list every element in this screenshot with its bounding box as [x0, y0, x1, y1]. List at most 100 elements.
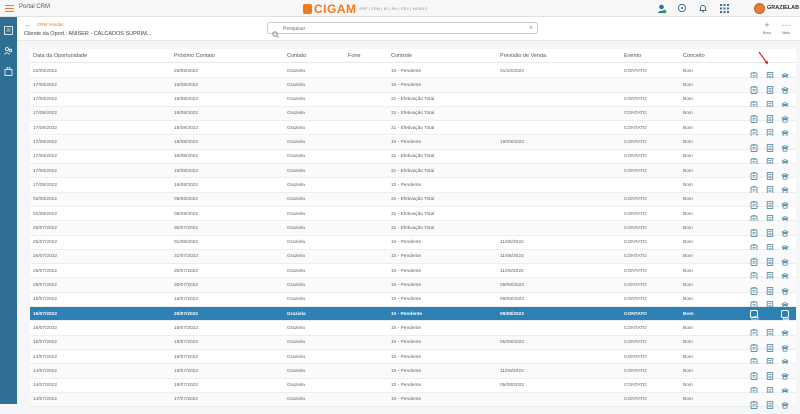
document-icon[interactable] — [766, 224, 774, 238]
clipboard-icon[interactable] — [750, 224, 758, 238]
table-row[interactable]: 25/07/2022 30/07/2022 Graziela 10 - Pendent… — [30, 278, 796, 295]
menu-icon[interactable] — [5, 5, 14, 12]
table-row[interactable]: 17/08/2022 18/08/2022 Graziela 31 - Efetiva… — [30, 150, 796, 166]
phone-icon[interactable] — [781, 224, 789, 237]
table-row[interactable]: 25/07/2022 01/08/2022 Graziela 10 - Pendent… — [30, 236, 796, 252]
phone-icon[interactable] — [781, 282, 789, 295]
clipboard-icon[interactable] — [750, 239, 758, 252]
document-icon[interactable] — [766, 296, 774, 309]
table-row[interactable]: 15/07/2022 16/07/2022 Graziela 10 - Pendent… — [30, 321, 796, 338]
bell-icon[interactable] — [697, 2, 709, 14]
clipboard-icon[interactable] — [750, 139, 758, 152]
phone-icon[interactable] — [781, 167, 789, 180]
clipboard-icon[interactable] — [750, 124, 758, 138]
table-row[interactable]: 17/08/2022 18/08/2022 Graziela 10 - Pendent… — [30, 135, 796, 152]
search-input[interactable] — [283, 24, 513, 33]
document-icon[interactable] — [766, 81, 774, 95]
apps-grid-icon[interactable] — [718, 2, 730, 14]
table-row[interactable]: 14/07/2022 16/07/2022 Graziela 10 - Pendent… — [30, 350, 796, 366]
phone-icon[interactable] — [781, 153, 789, 166]
column-header[interactable]: Controle — [391, 53, 412, 59]
clipboard-icon[interactable] — [750, 353, 758, 366]
document-icon[interactable] — [766, 110, 774, 123]
document-icon[interactable] — [766, 396, 774, 409]
table-row[interactable]: 17/08/2022 18/08/2022 Graziela 31 - Efetiva… — [30, 106, 796, 123]
table-row[interactable]: 17/08/2022 18/08/2022 Graziela 31 - Efetiva… — [30, 93, 796, 109]
status-user-icon[interactable] — [655, 2, 667, 14]
column-header[interactable]: Evento — [624, 53, 641, 59]
clipboard-icon[interactable] — [750, 310, 759, 324]
phone-icon[interactable] — [781, 310, 790, 324]
table-row[interactable]: 14/07/2022 15/07/2022 Graziela 10 - Pendent… — [30, 364, 796, 381]
clipboard-icon[interactable] — [750, 181, 758, 195]
table-row[interactable]: 14/07/2022 17/07/2022 Graziela 10 - Pendent… — [30, 392, 796, 409]
phone-icon[interactable] — [781, 181, 789, 194]
table-row[interactable]: 25/07/2022 30/07/2022 Graziela 10 - Pendent… — [30, 264, 796, 281]
phone-icon[interactable] — [781, 81, 789, 94]
table-row[interactable]: 17/08/2022 18/08/2022 Graziela 10 - Pendent… — [30, 178, 796, 195]
document-icon[interactable] — [766, 367, 774, 381]
users-icon[interactable] — [4, 42, 13, 55]
more-button[interactable]: ··· Mais — [777, 20, 795, 35]
phone-icon[interactable] — [781, 267, 789, 280]
table-row[interactable]: 17/08/2022 18/08/2022 Graziela 31 - Efetiva… — [30, 164, 796, 180]
clipboard-icon[interactable] — [750, 196, 758, 209]
clipboard-icon[interactable] — [750, 210, 758, 223]
document-icon[interactable] — [766, 267, 774, 280]
document-icon[interactable] — [766, 153, 774, 166]
clipboard-icon[interactable] — [750, 96, 758, 109]
clipboard-icon[interactable] — [750, 282, 758, 295]
clipboard-icon[interactable] — [750, 396, 758, 409]
phone-icon[interactable] — [781, 367, 789, 380]
phone-icon[interactable] — [781, 196, 789, 209]
table-row[interactable]: 02/08/2022 09/08/2022 Graziela 31 - Efetiva… — [30, 192, 796, 209]
clipboard-icon[interactable] — [750, 367, 758, 381]
phone-icon[interactable] — [781, 239, 789, 252]
document-icon[interactable] — [766, 282, 774, 295]
document-icon[interactable] — [766, 181, 774, 195]
new-button[interactable]: + Novo — [758, 20, 776, 35]
document-icon[interactable] — [766, 382, 774, 395]
phone-icon[interactable] — [781, 110, 789, 123]
document-icon[interactable] — [766, 210, 774, 223]
document-icon[interactable] — [766, 196, 774, 209]
clipboard-icon[interactable] — [750, 110, 758, 123]
phone-icon[interactable] — [781, 339, 789, 352]
breadcrumb[interactable]: CRM Vendas — [37, 22, 64, 27]
clipboard-icon[interactable] — [750, 267, 758, 281]
table-row[interactable]: 15/07/2022 20/07/2022 Graziela 10 - Pendent… — [30, 307, 796, 324]
document-icon[interactable] — [766, 67, 774, 80]
phone-icon[interactable] — [781, 124, 789, 137]
phone-icon[interactable] — [781, 210, 789, 223]
column-header[interactable]: Data da Oportunidade — [33, 53, 87, 59]
document-icon[interactable] — [766, 239, 774, 252]
phone-icon[interactable] — [781, 296, 789, 309]
bag-icon[interactable] — [4, 63, 13, 76]
refresh-icon[interactable] — [676, 2, 688, 14]
user-name[interactable]: GRAZIELAB — [767, 5, 799, 11]
clipboard-icon[interactable] — [750, 153, 758, 166]
clipboard-icon[interactable] — [750, 81, 758, 95]
table-row[interactable]: 01/08/2022 05/08/2022 Graziela 31 - Efetiva… — [30, 207, 796, 223]
table-row[interactable]: 15/07/2022 15/07/2022 Graziela 10 - Pendent… — [30, 335, 796, 352]
clipboard-icon[interactable] — [750, 324, 758, 338]
clipboard-icon[interactable] — [750, 167, 758, 180]
document-icon[interactable] — [766, 139, 774, 152]
phone-icon[interactable] — [781, 396, 789, 409]
phone-icon[interactable] — [781, 67, 789, 80]
phone-icon[interactable] — [781, 353, 789, 366]
document-icon[interactable] — [766, 253, 774, 266]
phone-icon[interactable] — [781, 324, 789, 337]
table-row[interactable]: 17/08/2022 18/08/2022 Graziela 31 - Efetiva… — [30, 121, 796, 138]
document-icon[interactable] — [766, 324, 774, 338]
table-row[interactable]: 25/07/2022 30/07/2022 Graziela 31 - Efetiva… — [30, 221, 796, 238]
table-row[interactable]: 25/07/2022 31/07/2022 Graziela 10 - Pendent… — [30, 249, 796, 266]
clipboard-icon[interactable] — [750, 253, 758, 266]
column-header[interactable]: Contato — [287, 53, 306, 59]
document-icon[interactable] — [766, 353, 774, 366]
clipboard-icon[interactable] — [750, 67, 758, 80]
document-icon[interactable] — [766, 339, 774, 352]
column-header[interactable]: Previsão de Venda — [500, 53, 546, 59]
phone-icon[interactable] — [781, 96, 789, 109]
report-icon[interactable] — [4, 22, 13, 35]
